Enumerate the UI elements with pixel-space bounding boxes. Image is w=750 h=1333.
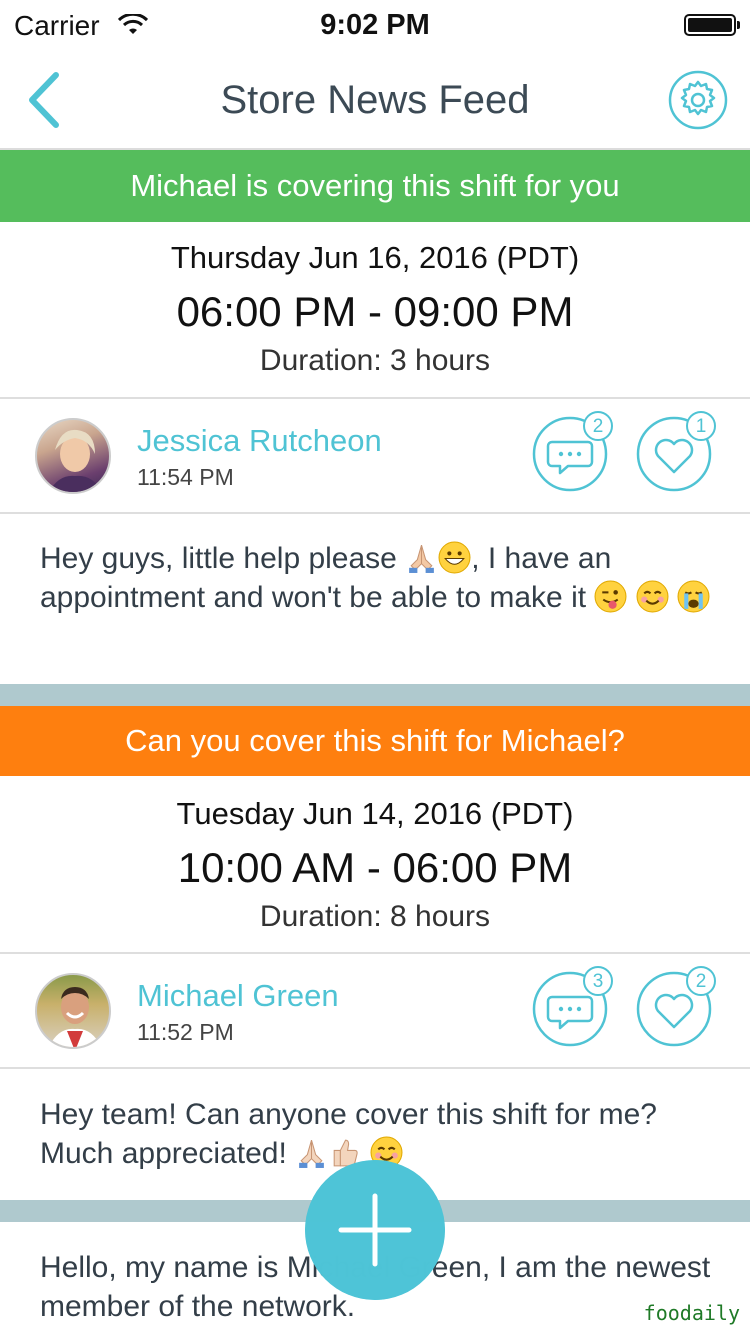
- grinning-face-emoji-icon: [438, 541, 471, 574]
- gear-icon[interactable]: [668, 70, 728, 130]
- watermark: foodaily: [643, 1301, 740, 1325]
- shift-hours: 06:00 PM - 09:00 PM: [176, 288, 574, 335]
- divider: [0, 952, 750, 954]
- post-separator: [0, 684, 750, 706]
- avatar[interactable]: [35, 418, 111, 494]
- shift-request-banner[interactable]: Can you cover this shift for Michael?: [0, 706, 750, 776]
- avatar-photo-icon: [49, 429, 102, 492]
- author-name[interactable]: Michael Green: [137, 978, 339, 1014]
- comment-count-badge: 2: [583, 411, 613, 441]
- divider: [0, 397, 750, 399]
- shift-date: Thursday Jun 16, 2016 (PDT): [170, 240, 580, 275]
- praying-hands-emoji-icon: [409, 544, 435, 573]
- post-time: 11:54 PM: [137, 464, 234, 490]
- status-bar: Carrier 9:02 PM: [0, 0, 750, 50]
- author-name[interactable]: Jessica Rutcheon: [137, 423, 382, 459]
- divider: [0, 1067, 750, 1069]
- shift-duration: Duration: 3 hours: [259, 344, 491, 377]
- winking-tongue-emoji-icon: [594, 580, 627, 613]
- like-count-badge: 1: [686, 411, 716, 441]
- clock: 9:02 PM: [320, 9, 430, 41]
- shift-duration: Duration: 8 hours: [259, 900, 491, 933]
- shift-hours: 10:00 AM - 06:00 PM: [177, 844, 573, 891]
- like-count-badge: 2: [686, 966, 716, 996]
- praying-hands-emoji-icon: [299, 1139, 325, 1168]
- page-title: Store News Feed: [220, 78, 530, 122]
- post-message: Hey guys, little help please , I have an…: [40, 539, 720, 617]
- add-post-button[interactable]: [305, 1160, 445, 1300]
- shift-date: Tuesday Jun 14, 2016 (PDT): [176, 796, 574, 831]
- comment-count-badge: 3: [583, 966, 613, 996]
- battery-icon: [684, 14, 740, 36]
- divider: [0, 512, 750, 514]
- post-message-text: Hey guys, little help please: [40, 542, 406, 575]
- post-time: 11:52 PM: [137, 1019, 234, 1045]
- smiling-face-emoji-icon: [636, 580, 669, 613]
- crying-face-emoji-icon: [677, 580, 710, 613]
- nav-bar: Store News Feed: [0, 50, 750, 150]
- avatar[interactable]: [35, 973, 111, 1049]
- avatar-photo-icon: [48, 987, 102, 1047]
- shift-status-banner[interactable]: Michael is covering this shift for you: [0, 150, 750, 222]
